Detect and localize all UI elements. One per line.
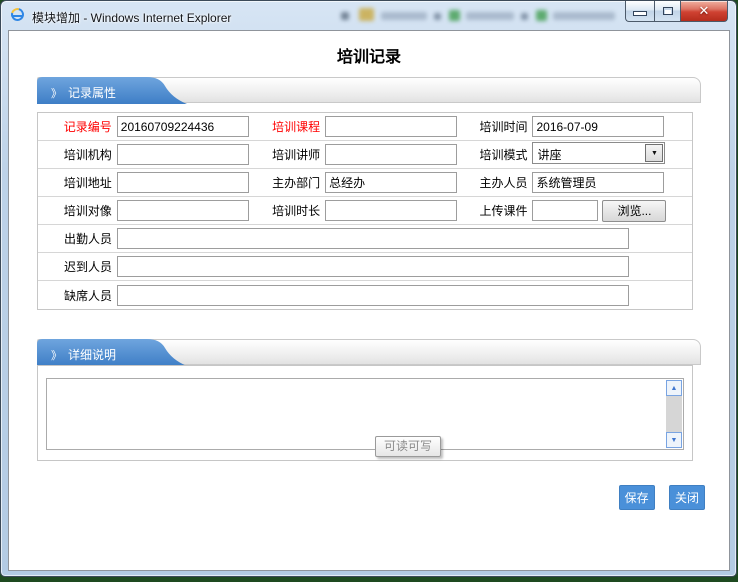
section-header-record-properties: 》记录属性 bbox=[37, 77, 701, 104]
scroll-down-icon[interactable]: ▼ bbox=[666, 432, 682, 448]
duration-input[interactable] bbox=[325, 200, 458, 221]
course-input[interactable] bbox=[325, 116, 458, 137]
close-icon: ✕ bbox=[698, 3, 710, 18]
address-input[interactable] bbox=[116, 172, 249, 193]
desktop-background: 模块增加 - Windows Internet Explorer ✕ 培训记录 bbox=[0, 0, 738, 582]
minimize-icon bbox=[634, 12, 646, 15]
mode-label: 培训模式 bbox=[479, 148, 528, 162]
section-title: 》详细说明 bbox=[51, 348, 117, 362]
attendees-input[interactable] bbox=[117, 228, 629, 249]
form-row: 迟到人员 bbox=[38, 253, 692, 281]
late-input[interactable] bbox=[117, 256, 629, 277]
mode-select[interactable]: 讲座 ▼ bbox=[532, 142, 666, 164]
upload-file-input[interactable] bbox=[532, 200, 599, 221]
editor-scrollbar[interactable]: ▲ ▼ bbox=[666, 380, 682, 448]
page-content: 培训记录 》记录属性 记录编号 培训课程 bbox=[8, 30, 730, 571]
course-label: 培训课程 bbox=[272, 120, 321, 134]
lecturer-input[interactable] bbox=[325, 144, 458, 165]
section-title: 》记录属性 bbox=[51, 86, 117, 100]
org-input[interactable] bbox=[116, 144, 249, 165]
scroll-up-icon[interactable]: ▲ bbox=[666, 380, 682, 396]
dept-input[interactable] bbox=[325, 172, 458, 193]
lecturer-label: 培训讲师 bbox=[272, 148, 321, 162]
attendees-label: 出勤人员 bbox=[63, 232, 112, 246]
record-properties-form: 记录编号 培训课程 培训时间 培训机构 培训讲师 培训模式 讲座 bbox=[37, 112, 693, 310]
form-row: 缺席人员 bbox=[38, 281, 692, 309]
record-no-input[interactable] bbox=[116, 116, 249, 137]
record-no-label: 记录编号 bbox=[63, 120, 112, 134]
restore-icon bbox=[663, 7, 673, 15]
target-input[interactable] bbox=[116, 200, 249, 221]
target-label: 培训对像 bbox=[63, 204, 112, 218]
window-title: 模块增加 - Windows Internet Explorer bbox=[32, 11, 232, 25]
host-label: 主办人员 bbox=[479, 176, 528, 190]
train-time-input[interactable] bbox=[532, 116, 665, 137]
title-bar[interactable]: 模块增加 - Windows Internet Explorer ✕ bbox=[1, 1, 736, 30]
action-bar: 保存 关闭 bbox=[37, 485, 705, 510]
save-button[interactable]: 保存 bbox=[618, 485, 655, 510]
description-editor[interactable]: ▲ ▼ bbox=[46, 378, 684, 450]
form-row: 培训对像 培训时长 上传课件 浏览... bbox=[38, 197, 692, 225]
window-controls: ✕ bbox=[625, 1, 728, 22]
late-label: 迟到人员 bbox=[63, 260, 112, 274]
editor-mode-badge: 可读可写 bbox=[375, 436, 442, 457]
org-label: 培训机构 bbox=[63, 148, 112, 162]
chevron-marker-icon: 》 bbox=[51, 350, 62, 362]
form-row: 记录编号 培训课程 培训时间 bbox=[38, 113, 692, 141]
absent-input[interactable] bbox=[117, 284, 629, 306]
form-row: 出勤人员 bbox=[38, 225, 692, 253]
address-label: 培训地址 bbox=[63, 176, 112, 190]
host-input[interactable] bbox=[532, 172, 665, 193]
form-row: 培训地址 主办部门 主办人员 bbox=[38, 169, 692, 197]
restore-button[interactable] bbox=[654, 1, 681, 22]
page-title: 培训记录 bbox=[336, 49, 401, 66]
internet-explorer-icon bbox=[8, 5, 27, 24]
dept-label: 主办部门 bbox=[272, 176, 321, 190]
chevron-marker-icon: 》 bbox=[51, 88, 62, 100]
ie-dialog-window: 模块增加 - Windows Internet Explorer ✕ 培训记录 bbox=[0, 0, 737, 577]
mode-selected-value: 讲座 bbox=[537, 148, 562, 162]
duration-label: 培训时长 bbox=[272, 204, 321, 218]
dropdown-arrow-icon[interactable]: ▼ bbox=[645, 144, 664, 162]
form-row: 培训机构 培训讲师 培训模式 讲座 ▼ bbox=[38, 141, 692, 169]
upload-label: 上传课件 bbox=[479, 204, 528, 218]
minimize-button[interactable] bbox=[625, 1, 654, 22]
section-header-detail-description: 》详细说明 bbox=[37, 339, 701, 366]
close-button[interactable]: 关闭 bbox=[668, 485, 705, 510]
train-time-label: 培训时间 bbox=[479, 120, 528, 134]
browse-button[interactable]: 浏览... bbox=[602, 199, 667, 222]
detail-description-panel: ▲ ▼ 可读可写 bbox=[37, 365, 693, 461]
close-window-button[interactable]: ✕ bbox=[681, 1, 728, 22]
blurred-taskbar-reflection bbox=[339, 5, 631, 27]
absent-label: 缺席人员 bbox=[63, 288, 112, 303]
